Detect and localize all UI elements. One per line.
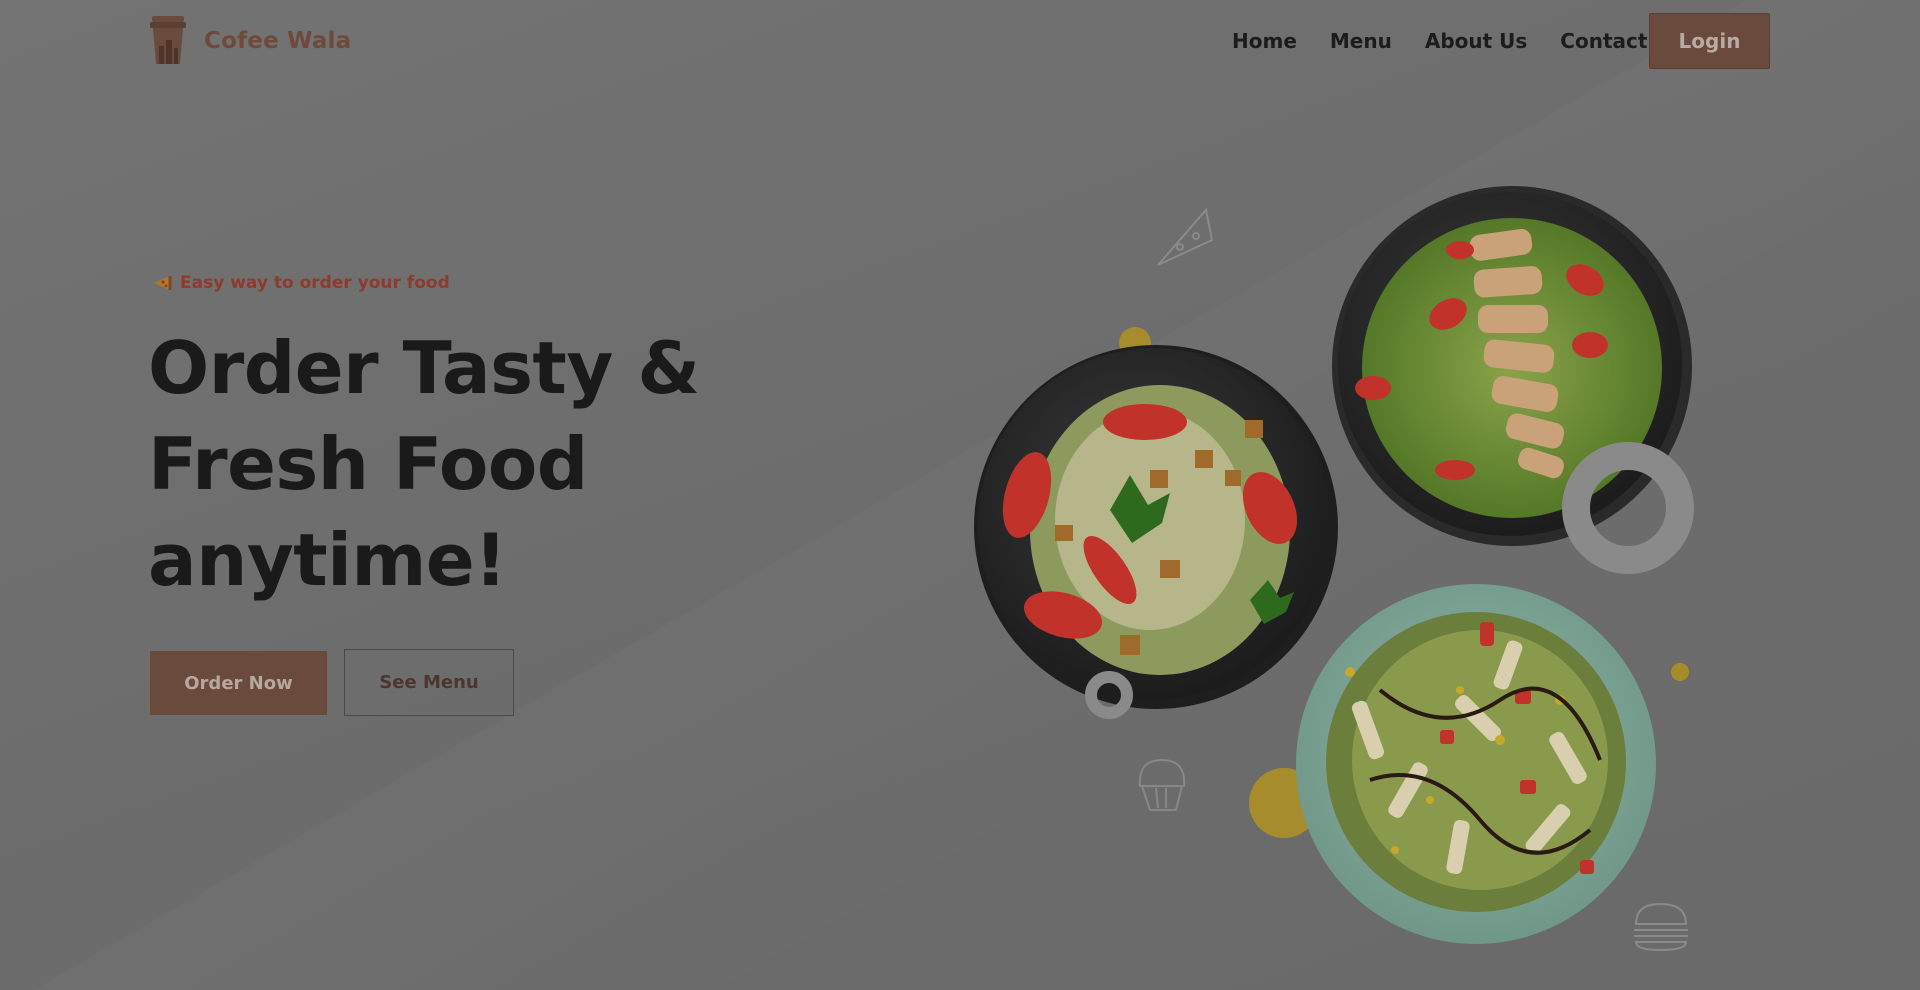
decor-dot-tiny xyxy=(1671,663,1689,681)
hero-food-art xyxy=(974,186,1694,952)
pizza-outline-icon xyxy=(1157,207,1214,266)
burger-outline-icon xyxy=(1634,902,1688,952)
cupcake-outline-icon xyxy=(1138,758,1186,811)
salad-plate-dark-1 xyxy=(974,345,1338,709)
pasta-salad-plate-teal xyxy=(1296,584,1656,944)
chicken-salad-plate-dark xyxy=(1332,186,1692,546)
